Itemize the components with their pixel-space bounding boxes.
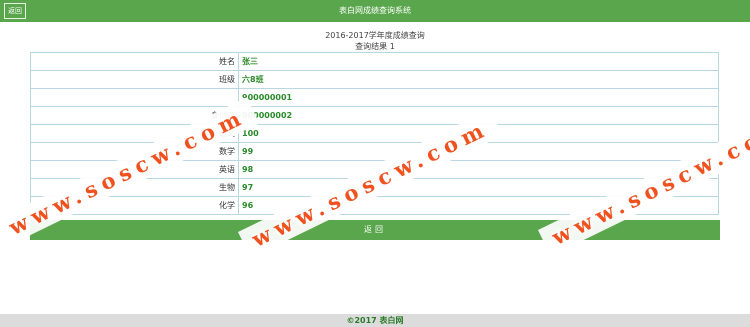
top-bar: 返回 表白网成绩查询系统: [0, 0, 750, 22]
footer-copyright: ©2017 表白网: [0, 314, 750, 327]
row-label: [30, 88, 239, 107]
row-label: 姓名: [30, 52, 239, 71]
row-value: 六8班: [238, 70, 719, 89]
table-row: 语文 100: [30, 124, 719, 143]
table-row: 班级 六8班: [30, 70, 719, 89]
table-row: 身份证 900000002: [30, 106, 719, 125]
row-value: 张三: [238, 52, 719, 71]
row-label: 班级: [30, 70, 239, 89]
term-heading: 2016-2017学年度成绩查询: [325, 31, 425, 40]
result-heading: 查询结果 1: [355, 42, 395, 51]
table-row: 900000001: [30, 88, 719, 107]
app-title: 表白网成绩查询系统: [339, 6, 411, 15]
row-value: 900000001: [238, 88, 719, 107]
table-row: 姓名 张三: [30, 52, 719, 71]
